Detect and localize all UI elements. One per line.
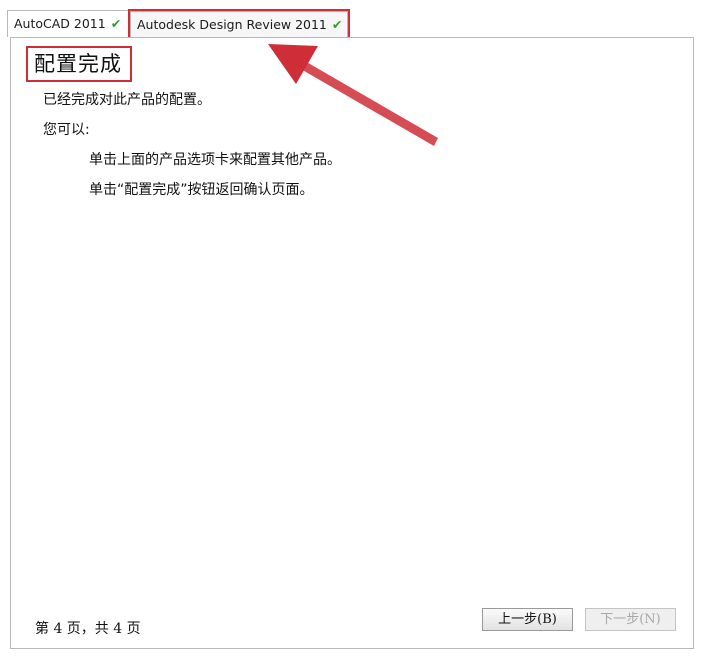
- next-button[interactable]: 下一步(N): [585, 608, 676, 631]
- option-configure-other-text: 单击上面的产品选项卡来配置其他产品。: [89, 152, 341, 168]
- tab-label: Autodesk Design Review 2011: [137, 17, 327, 32]
- page-indicator: 第 4 页，共 4 页: [35, 621, 141, 637]
- tab-autodesk-design-review-2011[interactable]: Autodesk Design Review 2011 ✔: [128, 9, 350, 40]
- content-panel: [10, 37, 694, 649]
- tab-label: AutoCAD 2011: [14, 16, 106, 31]
- check-icon: ✔: [110, 16, 122, 31]
- status-text: 已经完成对此产品的配置。: [43, 92, 211, 108]
- previous-button[interactable]: 上一步(B): [482, 608, 573, 631]
- options-intro-text: 您可以:: [43, 122, 90, 138]
- check-icon: ✔: [331, 17, 343, 32]
- option-return-confirm-text: 单击“配置完成”按钮返回确认页面。: [89, 182, 314, 198]
- page-title: 配置完成: [34, 52, 122, 76]
- configuration-window: AutoCAD 2011 ✔ Autodesk Design Review 201…: [0, 0, 705, 663]
- tab-autocad-2011[interactable]: AutoCAD 2011 ✔: [7, 10, 130, 37]
